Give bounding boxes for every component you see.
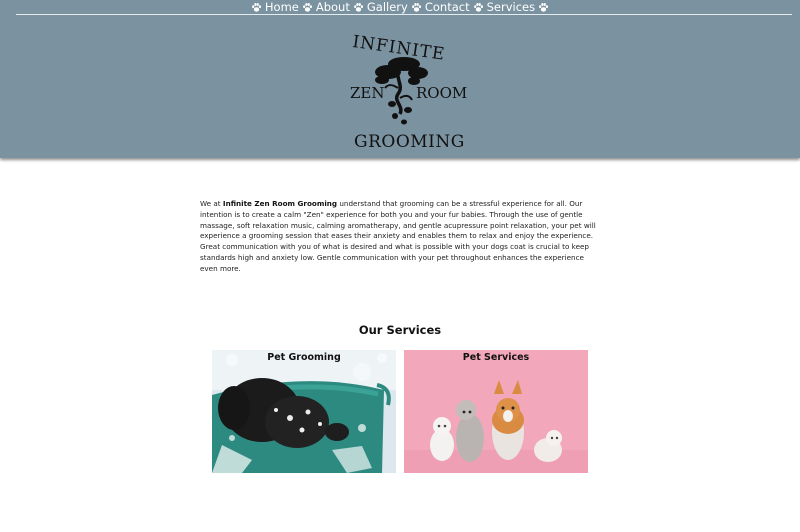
paw-icon: [473, 2, 484, 13]
nav-services-link[interactable]: Services: [487, 0, 536, 15]
intro-body: understand that grooming can be a stress…: [200, 199, 596, 273]
pets-photo: [404, 350, 588, 473]
site-header: Home About Gallery Contact Services INFI…: [0, 0, 800, 158]
logo-line3: GROOMING: [354, 132, 465, 152]
nav-home-link[interactable]: Home: [265, 0, 299, 15]
nav-gallery-link[interactable]: Gallery: [367, 0, 408, 15]
nav-contact-link[interactable]: Contact: [425, 0, 470, 15]
paw-icon: [251, 2, 262, 13]
intro-paragraph: We at Infinite Zen Room Grooming underst…: [200, 199, 602, 275]
card-title: Pet Services: [462, 352, 530, 363]
pet-grooming-card[interactable]: Pet Grooming: [212, 350, 396, 473]
card-title: Pet Grooming: [267, 352, 341, 363]
nav-about-link[interactable]: About: [316, 0, 350, 15]
site-logo[interactable]: INFINITE ZEN ROOM GROOMING: [338, 28, 468, 154]
services-heading: Our Services: [358, 323, 442, 337]
pet-services-card[interactable]: Pet Services: [404, 350, 588, 473]
paw-icon: [353, 2, 364, 13]
paw-icon: [302, 2, 313, 13]
paw-icon: [538, 2, 549, 13]
paw-icon: [411, 2, 422, 13]
logo-left-word: ZEN: [350, 84, 385, 102]
logo-right-word: ROOM: [416, 84, 468, 102]
business-name: Infinite Zen Room Grooming: [222, 199, 338, 208]
main-nav: Home About Gallery Contact Services: [0, 0, 800, 15]
intro-prefix: We at: [200, 199, 223, 208]
grooming-photo: [212, 350, 396, 473]
